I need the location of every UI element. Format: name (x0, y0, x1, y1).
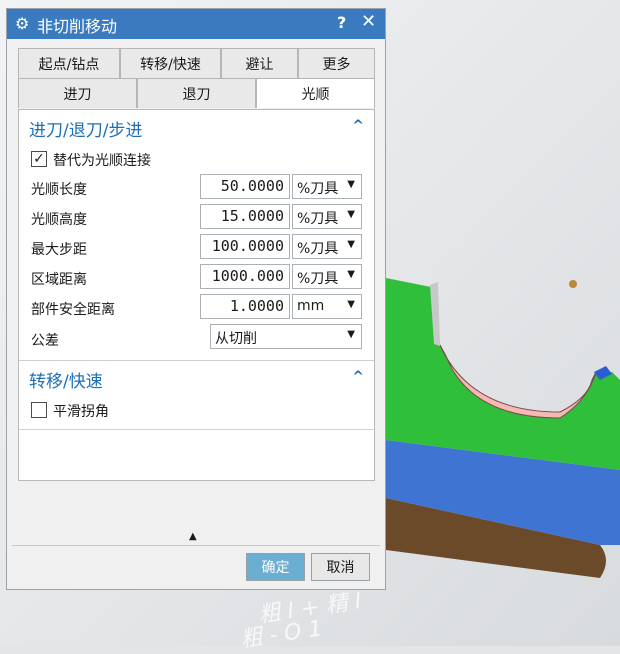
part-safe-distance-input[interactable]: 1.0000 (200, 294, 290, 319)
ok-button[interactable]: 确定 (246, 553, 305, 581)
help-button[interactable]: ? (337, 13, 346, 32)
chevron-up-icon[interactable]: ^ (352, 369, 364, 385)
section-engage-retract-stepover-title[interactable]: 进刀/退刀/步进 (29, 116, 142, 141)
smooth-height-label: 光顺高度 (31, 212, 87, 228)
close-button[interactable]: ✕ (361, 11, 376, 32)
tolerance-label: 公差 (31, 333, 59, 349)
max-stepover-unit: %刀具 (297, 241, 339, 257)
section-transfer-rapid-title[interactable]: 转移/快速 (29, 367, 103, 392)
dialog-title: 非切削移动 (37, 17, 118, 36)
tab-retract[interactable]: 退刀 (137, 78, 256, 108)
max-stepover-label: 最大步距 (31, 242, 87, 258)
max-stepover-input[interactable]: 100.0000 (200, 234, 290, 259)
replace-with-smooth-label: 替代为光顺连接 (53, 153, 151, 169)
part-safe-distance-label: 部件安全距离 (31, 302, 115, 318)
tolerance-value: 从切削 (215, 331, 257, 347)
tab-transfer-rapid[interactable]: 转移/快速 (120, 48, 221, 78)
smooth-length-label: 光顺长度 (31, 182, 87, 198)
section-divider (19, 360, 374, 361)
tolerance-select[interactable]: 从切削 ▼ (210, 324, 362, 349)
footer-divider (12, 545, 380, 546)
dialog-titlebar[interactable]: ⚙ 非切削移动 ? ✕ (7, 9, 385, 39)
region-distance-unit-select[interactable]: %刀具 ▼ (292, 264, 362, 289)
non-cutting-moves-dialog: ⚙ 非切削移动 ? ✕ 起点/钻点 转移/快速 避让 更多 进刀 退刀 光顺 进… (6, 8, 386, 590)
expand-more-icon[interactable]: ▲ (189, 531, 197, 542)
tab-engage[interactable]: 进刀 (18, 78, 137, 108)
smooth-length-unit: %刀具 (297, 181, 339, 197)
chevron-down-icon: ▼ (347, 239, 355, 250)
tab-more[interactable]: 更多 (298, 48, 375, 78)
chevron-up-icon[interactable]: ^ (352, 118, 364, 134)
section-divider (19, 429, 374, 430)
chevron-down-icon: ▼ (347, 329, 355, 340)
cancel-button[interactable]: 取消 (311, 553, 370, 581)
smooth-corner-label: 平滑拐角 (53, 404, 109, 420)
smoothing-panel: 进刀/退刀/步进 ^ ✓ 替代为光顺连接 光顺长度 50.0000 %刀具 ▼ 光… (18, 109, 375, 481)
smooth-length-input[interactable]: 50.0000 (200, 174, 290, 199)
tab-avoidance[interactable]: 避让 (221, 48, 298, 78)
smooth-length-unit-select[interactable]: %刀具 ▼ (292, 174, 362, 199)
max-stepover-unit-select[interactable]: %刀具 ▼ (292, 234, 362, 259)
region-distance-input[interactable]: 1000.000 (200, 264, 290, 289)
chevron-down-icon: ▼ (347, 269, 355, 280)
gear-icon: ⚙ (15, 14, 30, 33)
chevron-down-icon: ▼ (347, 299, 355, 310)
ball-marker (569, 280, 577, 288)
tab-row-bottom: 进刀 退刀 光顺 (18, 78, 375, 108)
smooth-height-unit: %刀具 (297, 211, 339, 227)
smooth-corner-checkbox[interactable] (31, 402, 47, 418)
chevron-down-icon: ▼ (347, 179, 355, 190)
region-distance-label: 区域距离 (31, 272, 87, 288)
replace-with-smooth-checkbox[interactable]: ✓ (31, 151, 47, 167)
tab-row-top: 起点/钻点 转移/快速 避让 更多 (18, 48, 375, 78)
part-safe-distance-unit: mm (297, 298, 325, 314)
part-safe-distance-unit-select[interactable]: mm ▼ (292, 294, 362, 319)
smooth-height-unit-select[interactable]: %刀具 ▼ (292, 204, 362, 229)
tab-start-drill-point[interactable]: 起点/钻点 (18, 48, 120, 78)
tab-smoothing[interactable]: 光顺 (256, 78, 375, 108)
region-distance-unit: %刀具 (297, 271, 339, 287)
smooth-height-input[interactable]: 15.0000 (200, 204, 290, 229)
chevron-down-icon: ▼ (347, 209, 355, 220)
